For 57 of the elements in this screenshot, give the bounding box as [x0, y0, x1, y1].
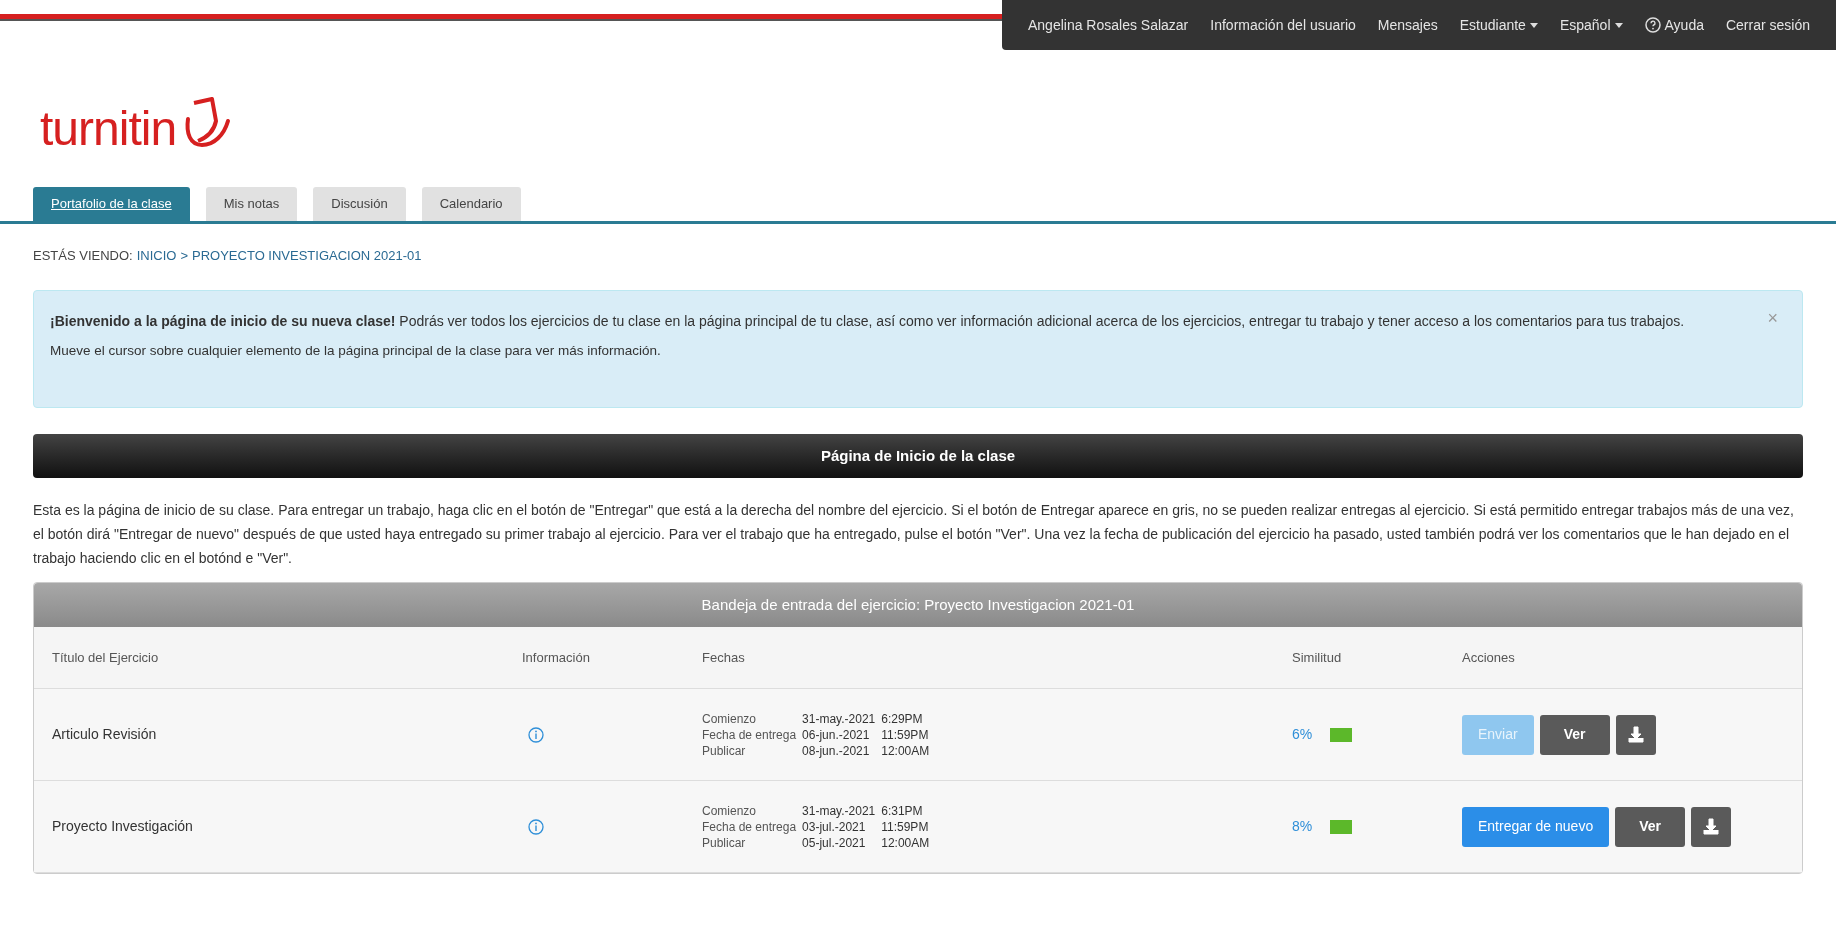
breadcrumb-label: ESTÁS VIENDO:: [33, 247, 133, 266]
nav-dropdown[interactable]: Estudiante: [1459, 14, 1538, 36]
welcome-note: Mueve el cursor sobre cualquier elemento de la página principal de la clase para ver más información.: [50, 342, 662, 360]
help-icon: [1644, 17, 1661, 33]
download-icon: [1626, 725, 1645, 744]
view-button[interactable]: Ver: [1539, 714, 1610, 755]
download-button[interactable]: [1691, 806, 1731, 847]
turnitin-logo[interactable]: turnitin: [40, 97, 233, 153]
assignment-title: Proyecto Investigación: [52, 817, 193, 836]
section-header: Página de Inicio de la clase: [33, 434, 1803, 478]
date-label: Comienzo: [702, 802, 758, 819]
nav-link[interactable]: Angelina Rosales Salazar: [1027, 14, 1189, 36]
date-label: Publicar: [702, 742, 747, 759]
intro-paragraph: Esta es la página de inicio de su clase. Para entregar un trabajo, haga clic en el botón de "Entregar" que está a la derecha del nombre del ejercicio. Si el botón de Entregar aparece en gris, no se pueden realizar entregas al ejercicio. Si está permitido entregar trabajos más de una vez, el botón dirá "Entregar de nuevo" después de que usted haya entregado su primer trabajo al ejercicio. Para ver el trabajo que ha entregado, pulse el botón "Ver". Una vez la fecha de publicación del ejercicio ha pasado, usted también podrá ver los comentarios que le han dejado en el trabajo haciendo clic en el botónd e "Ver".: [32, 501, 1795, 568]
date-value: 06-jun.-2021: [802, 726, 871, 743]
caret-icon: [1529, 22, 1538, 28]
help-link[interactable]: Ayuda: [1644, 14, 1704, 36]
breadcrumb-separator: >: [180, 247, 189, 266]
download-button[interactable]: [1615, 714, 1656, 755]
breadcrumb-link[interactable]: PROYECTO INVESTIGACION 2021-01: [192, 246, 422, 266]
date-value: 31-may.-2021: [802, 710, 876, 727]
time-value: 11:59PM: [881, 726, 930, 743]
time-value: 6:29PM: [881, 710, 924, 727]
nav-dropdown[interactable]: Español: [1559, 14, 1623, 36]
time-value: 12:00AM: [881, 834, 930, 851]
tab[interactable]: Portafolio de la clase: [33, 187, 190, 221]
date-label: Comienzo: [702, 710, 758, 727]
date-label: Fecha de entrega: [702, 726, 797, 743]
time-value: 12:00AM: [881, 742, 930, 759]
time-value: 6:31PM: [881, 802, 924, 819]
date-value: 05-jul.-2021: [802, 834, 867, 851]
download-icon: [1702, 817, 1720, 836]
assignment-title: Articulo Revisión: [52, 725, 157, 744]
nav-link[interactable]: Información del usuario: [1210, 14, 1356, 36]
date-value: 31-may.-2021: [802, 802, 876, 819]
breadcrumb-link[interactable]: INICIO: [136, 246, 177, 266]
date-label: Publicar: [702, 834, 747, 851]
nav-link[interactable]: Mensajes: [1377, 14, 1438, 36]
column-header: Información: [522, 648, 590, 667]
column-header: Fechas: [702, 648, 745, 667]
date-label: Fecha de entrega: [702, 818, 797, 835]
time-value: 11:59PM: [881, 818, 930, 835]
tab[interactable]: Mis notas: [205, 187, 298, 221]
date-value: 08-jun.-2021: [802, 742, 871, 759]
column-header: Similitud: [1292, 648, 1342, 667]
column-header: Acciones: [1462, 648, 1515, 667]
nav-link[interactable]: Cerrar sesión: [1725, 14, 1810, 36]
date-value: 03-jul.-2021: [802, 818, 867, 835]
tab[interactable]: Calendario: [421, 187, 521, 221]
table-title: Bandeja de entrada del ejercicio: Proyecto Investigacion 2021-01: [34, 583, 1802, 627]
info-icon[interactable]: [528, 818, 544, 835]
welcome-text: ¡Bienvenido a la página de inicio de su nueva clase! Podrás ver todos los ejercicios de tu clase en la página principal de tu clase, así como ver información adicional acerca de los ejercicios, entregar tu trabajo y tener acceso a los comentarios para tus trabajos.: [50, 312, 1686, 331]
info-icon[interactable]: [528, 726, 544, 743]
column-header: Título del Ejercicio: [52, 648, 159, 667]
caret-icon: [1614, 22, 1623, 28]
view-button[interactable]: Ver: [1615, 806, 1685, 847]
tab[interactable]: Discusión: [313, 187, 406, 221]
